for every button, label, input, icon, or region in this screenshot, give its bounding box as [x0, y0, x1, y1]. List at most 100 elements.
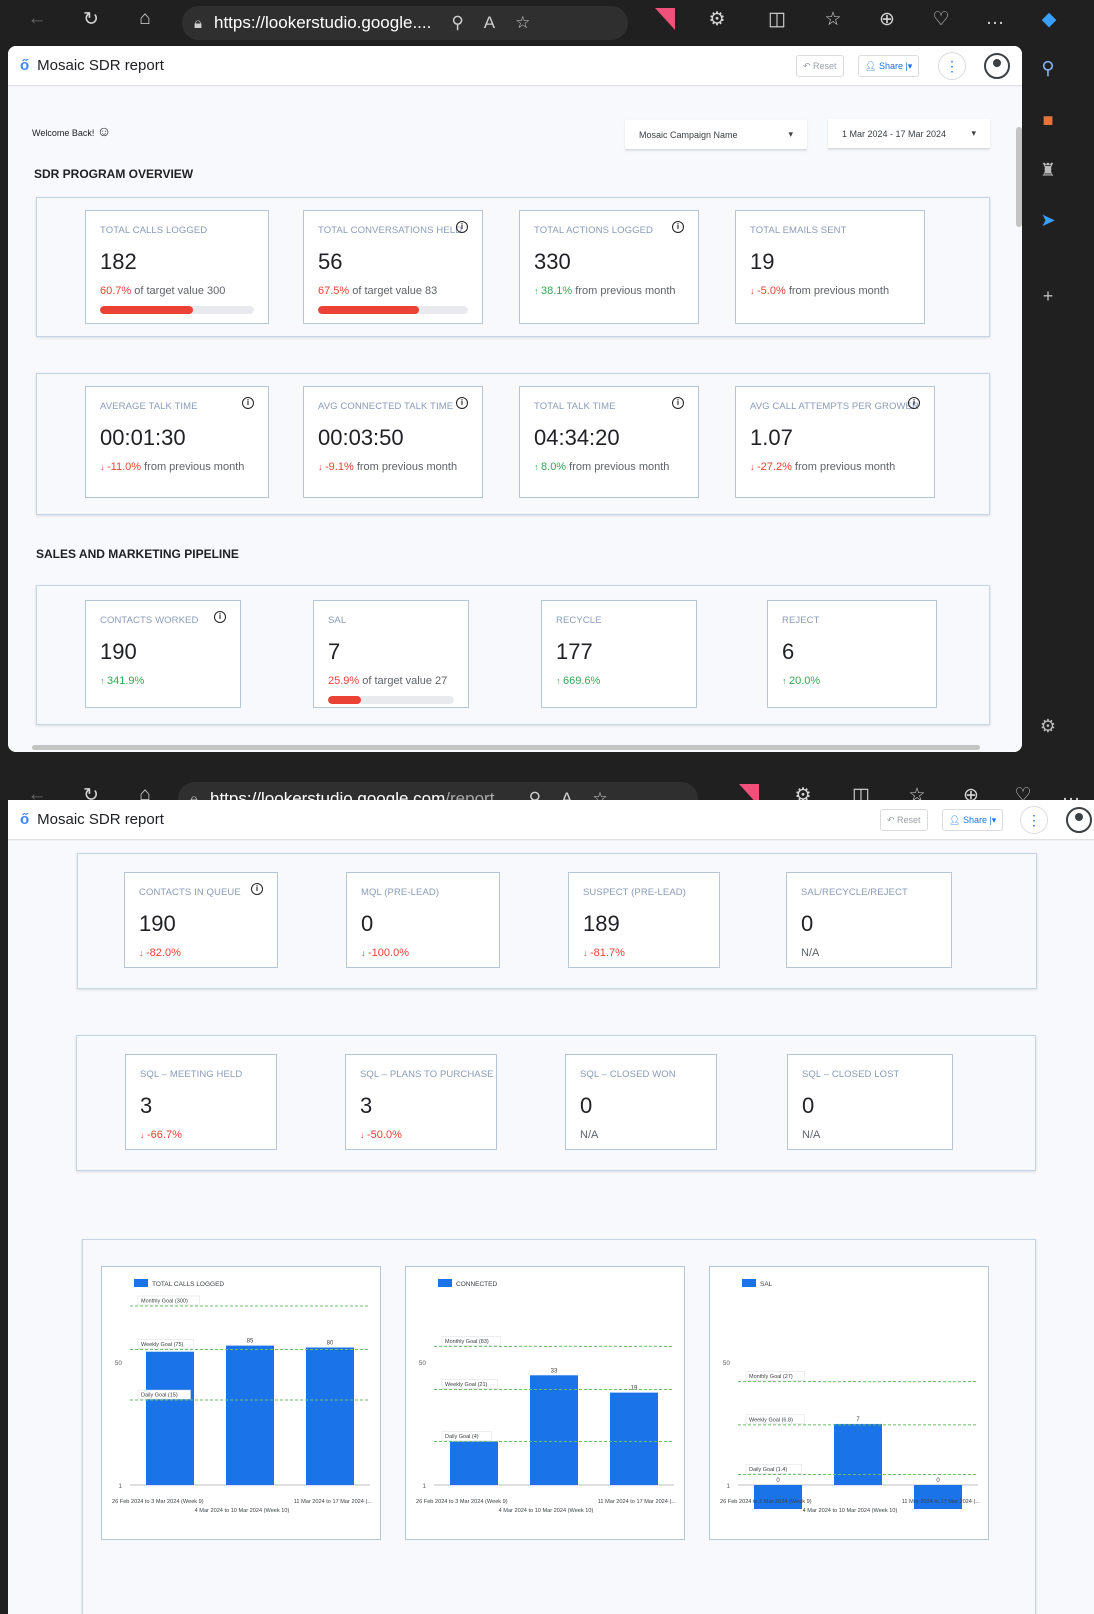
horizontal-scrollbar[interactable]: [32, 745, 980, 750]
info-icon[interactable]: i: [251, 883, 263, 895]
more-menu-icon[interactable]: …: [980, 8, 1010, 30]
add-icon[interactable]: +: [1034, 286, 1062, 314]
toolbox-icon[interactable]: ■: [1034, 110, 1062, 138]
scorecard[interactable]: TOTAL EMAILS SENT 19 ↓ -5.0% from previous…: [735, 210, 925, 324]
report-page-top: ő Mosaic SDR report ↶ Reset 👤︎ Share |▾ …: [8, 46, 1022, 752]
chart-bar: [226, 1345, 274, 1485]
share-button[interactable]: 👤︎ Share |▾: [858, 55, 920, 77]
collections-icon[interactable]: ⊕: [872, 8, 902, 31]
comparison-text: from previous month: [572, 285, 676, 297]
scorecard-label: SQL – MEETING HELD: [140, 1069, 243, 1080]
legend-label: SAL: [760, 1281, 773, 1288]
scorecard[interactable]: RECYCLE 177 ↑ 669.6%: [541, 600, 697, 708]
address-bar[interactable]: 🔒︎ https://lookerstudio.google.... ⚲ A ☆: [182, 6, 628, 40]
comparison-percent: -66.7%: [147, 1129, 182, 1141]
scorecard-label: SAL/RECYCLE/REJECT: [801, 887, 908, 898]
scorecard-value: 3: [360, 1093, 373, 1118]
comparison-text: of target value 300: [131, 285, 226, 297]
home-icon[interactable]: ⌂: [130, 8, 160, 30]
vertical-scrollbar[interactable]: [1016, 127, 1022, 227]
scorecard[interactable]: SQL – MEETING HELD 3 ↓ -66.7%: [125, 1054, 277, 1150]
info-icon[interactable]: i: [908, 397, 920, 409]
scorecard[interactable]: AVG CALL ATTEMPTS PER GROWER i 1.07 ↓ -27.2…: [735, 386, 935, 498]
info-icon[interactable]: i: [456, 221, 468, 233]
date-range-dropdown[interactable]: 1 Mar 2024 - 17 Mar 2024 ▾: [828, 119, 990, 149]
reset-button[interactable]: ↶ Reset: [796, 55, 844, 77]
reset-button[interactable]: ↶ Reset: [880, 809, 928, 831]
scorecard[interactable]: SQL – PLANS TO PURCHASE 3 ↓ -50.0%: [345, 1054, 497, 1150]
favorite-star-icon[interactable]: ☆: [515, 13, 530, 33]
scorecard[interactable]: TOTAL CALLS LOGGED 182 60.7% of target val…: [85, 210, 269, 324]
campaign-filter-dropdown[interactable]: Mosaic Campaign Name ▾: [625, 120, 807, 150]
scorecard-value: 189: [583, 911, 620, 936]
scorecard[interactable]: SAL 7 25.9% of target value 27: [313, 600, 469, 708]
split-screen-icon[interactable]: ◫: [762, 8, 792, 31]
zoom-icon[interactable]: ⚲: [451, 13, 463, 33]
progress-fill: [100, 306, 194, 314]
scorecard[interactable]: MQL (Pre-Lead) 0 ↓ -100.0%: [346, 872, 500, 968]
search-icon[interactable]: ⚲: [1034, 58, 1062, 86]
lock-icon: 🔒︎: [194, 14, 202, 32]
progress-bar: [328, 696, 454, 704]
account-avatar-icon[interactable]: [1066, 807, 1092, 833]
extensions-icon[interactable]: ⚙: [702, 8, 732, 31]
scorecard-value: 3: [140, 1093, 153, 1118]
scorecard[interactable]: AVG CONNECTED TALK TIME i 00:03:50 ↓ -9.1% …: [303, 386, 483, 498]
info-icon[interactable]: i: [672, 397, 684, 409]
scorecard-comparison: ↓ -9.1% from previous month: [318, 461, 457, 473]
send-icon[interactable]: ➤: [1034, 210, 1062, 238]
scorecard[interactable]: REJECT 6 ↑ 20.0%: [767, 600, 937, 708]
data-label: 85: [247, 1339, 254, 1345]
section-title-pipeline: SALES AND MARKETING PIPELINE: [36, 547, 239, 561]
scorecard-value: 330: [534, 249, 571, 274]
scorecard[interactable]: SUSPECT (Pre-Lead) 189 ↓ -81.7%: [568, 872, 720, 968]
health-icon[interactable]: ♡: [926, 8, 956, 31]
looker-logo-icon: ő: [20, 57, 30, 74]
scorecard-value: 190: [100, 639, 137, 664]
scorecard[interactable]: CONTACTS IN QUEUE i 190 ↓ -82.0%: [124, 872, 278, 968]
pipeline-panel-3: SQL – MEETING HELD 3 ↓ -66.7% SQL – PLANS T…: [76, 1035, 1036, 1171]
scorecard-comparison: ↑ 8.0% from previous month: [534, 461, 669, 473]
comparison-percent: -27.2%: [757, 461, 792, 473]
info-icon[interactable]: i: [456, 397, 468, 409]
settings-gear-icon[interactable]: ⚙: [1034, 716, 1062, 744]
games-icon[interactable]: ♜: [1034, 160, 1062, 188]
scorecard[interactable]: TOTAL CONVERSATIONS HELD i 56 67.5% of targ…: [303, 210, 483, 324]
arrow-down-icon: ↓: [318, 462, 326, 472]
scorecard[interactable]: AVERAGE TALK TIME i 00:01:30 ↓ -11.0% from …: [85, 386, 269, 498]
scorecard-comparison: ↓ -11.0% from previous month: [100, 461, 244, 473]
scorecard-comparison: ↓ -100.0%: [361, 947, 409, 959]
back-icon[interactable]: ←: [22, 8, 52, 30]
scorecard[interactable]: SAL/RECYCLE/REJECT 0 N/A: [786, 872, 952, 968]
scorecard-label: SQL – PLANS TO PURCHASE: [360, 1069, 494, 1080]
scorecard[interactable]: CONTACTS WORKED i 190 ↑ 341.9%: [85, 600, 241, 708]
legend-label: CONNECTED: [456, 1281, 497, 1288]
more-options-button[interactable]: ⋮: [1020, 806, 1048, 834]
arrow-down-icon: ↓: [139, 948, 147, 958]
copilot-icon[interactable]: ◆: [1034, 8, 1064, 31]
info-icon[interactable]: i: [242, 397, 254, 409]
y-tick-label: 50: [115, 1360, 123, 1367]
share-button[interactable]: 👤︎ Share |▾: [942, 809, 1004, 831]
scorecard-comparison: 25.9% of target value 27: [328, 675, 447, 687]
scorecard-value: 00:03:50: [318, 425, 404, 450]
arrow-down-icon: ↓: [361, 948, 369, 958]
scorecard-na: N/A: [801, 947, 820, 959]
account-avatar-icon[interactable]: [984, 53, 1010, 79]
progress-bar: [318, 306, 468, 314]
more-options-button[interactable]: ⋮: [938, 52, 966, 80]
scorecard[interactable]: TOTAL ACTIONS LOGGED i 330 ↑ 38.1% from pre…: [519, 210, 699, 324]
refresh-icon[interactable]: ↻: [76, 8, 106, 31]
y-tick-label: 1: [726, 1483, 730, 1490]
arrow-up-icon: ↑: [556, 676, 564, 686]
read-aloud-icon[interactable]: A: [484, 13, 495, 33]
favorites-icon[interactable]: ☆: [818, 8, 848, 31]
scorecard[interactable]: TOTAL TALK TIME i 04:34:20 ↑ 8.0% from prev…: [519, 386, 699, 498]
arrow-up-icon: ↑: [534, 286, 542, 296]
info-icon[interactable]: i: [214, 611, 226, 623]
comparison-percent: 38.1%: [541, 285, 573, 297]
info-icon[interactable]: i: [672, 221, 684, 233]
scorecard[interactable]: SQL – CLOSED LOST 0 N/A: [787, 1054, 953, 1150]
extension-pink-icon[interactable]: [650, 8, 680, 36]
scorecard[interactable]: SQL – CLOSED WON 0 N/A: [565, 1054, 717, 1150]
